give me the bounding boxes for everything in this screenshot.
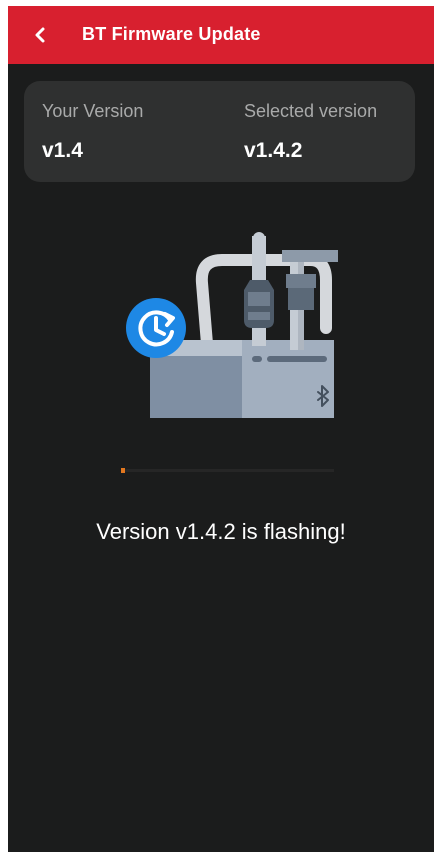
selected-version-label: Selected version [244, 101, 378, 121]
page-title: BT Firmware Update [82, 24, 261, 44]
app-bar: BT Firmware Update [8, 6, 434, 64]
back-button[interactable] [26, 20, 56, 50]
your-version-label: Your Version [42, 101, 144, 121]
firmware-update-illustration [112, 228, 342, 424]
screen: BT Firmware Update Your Version v1.4 Sel… [8, 6, 434, 852]
flash-progress-fill [121, 468, 125, 473]
chevron-left-icon [35, 27, 45, 43]
selected-version-value: v1.4.2 [244, 139, 303, 162]
your-version-value: v1.4 [42, 139, 83, 162]
update-clock-icon [126, 298, 186, 358]
flash-status-message: Version v1.4.2 is flashing! [96, 519, 346, 544]
flash-progress-bar [121, 468, 334, 473]
version-card: Your Version v1.4 Selected version v1.4.… [24, 81, 415, 182]
